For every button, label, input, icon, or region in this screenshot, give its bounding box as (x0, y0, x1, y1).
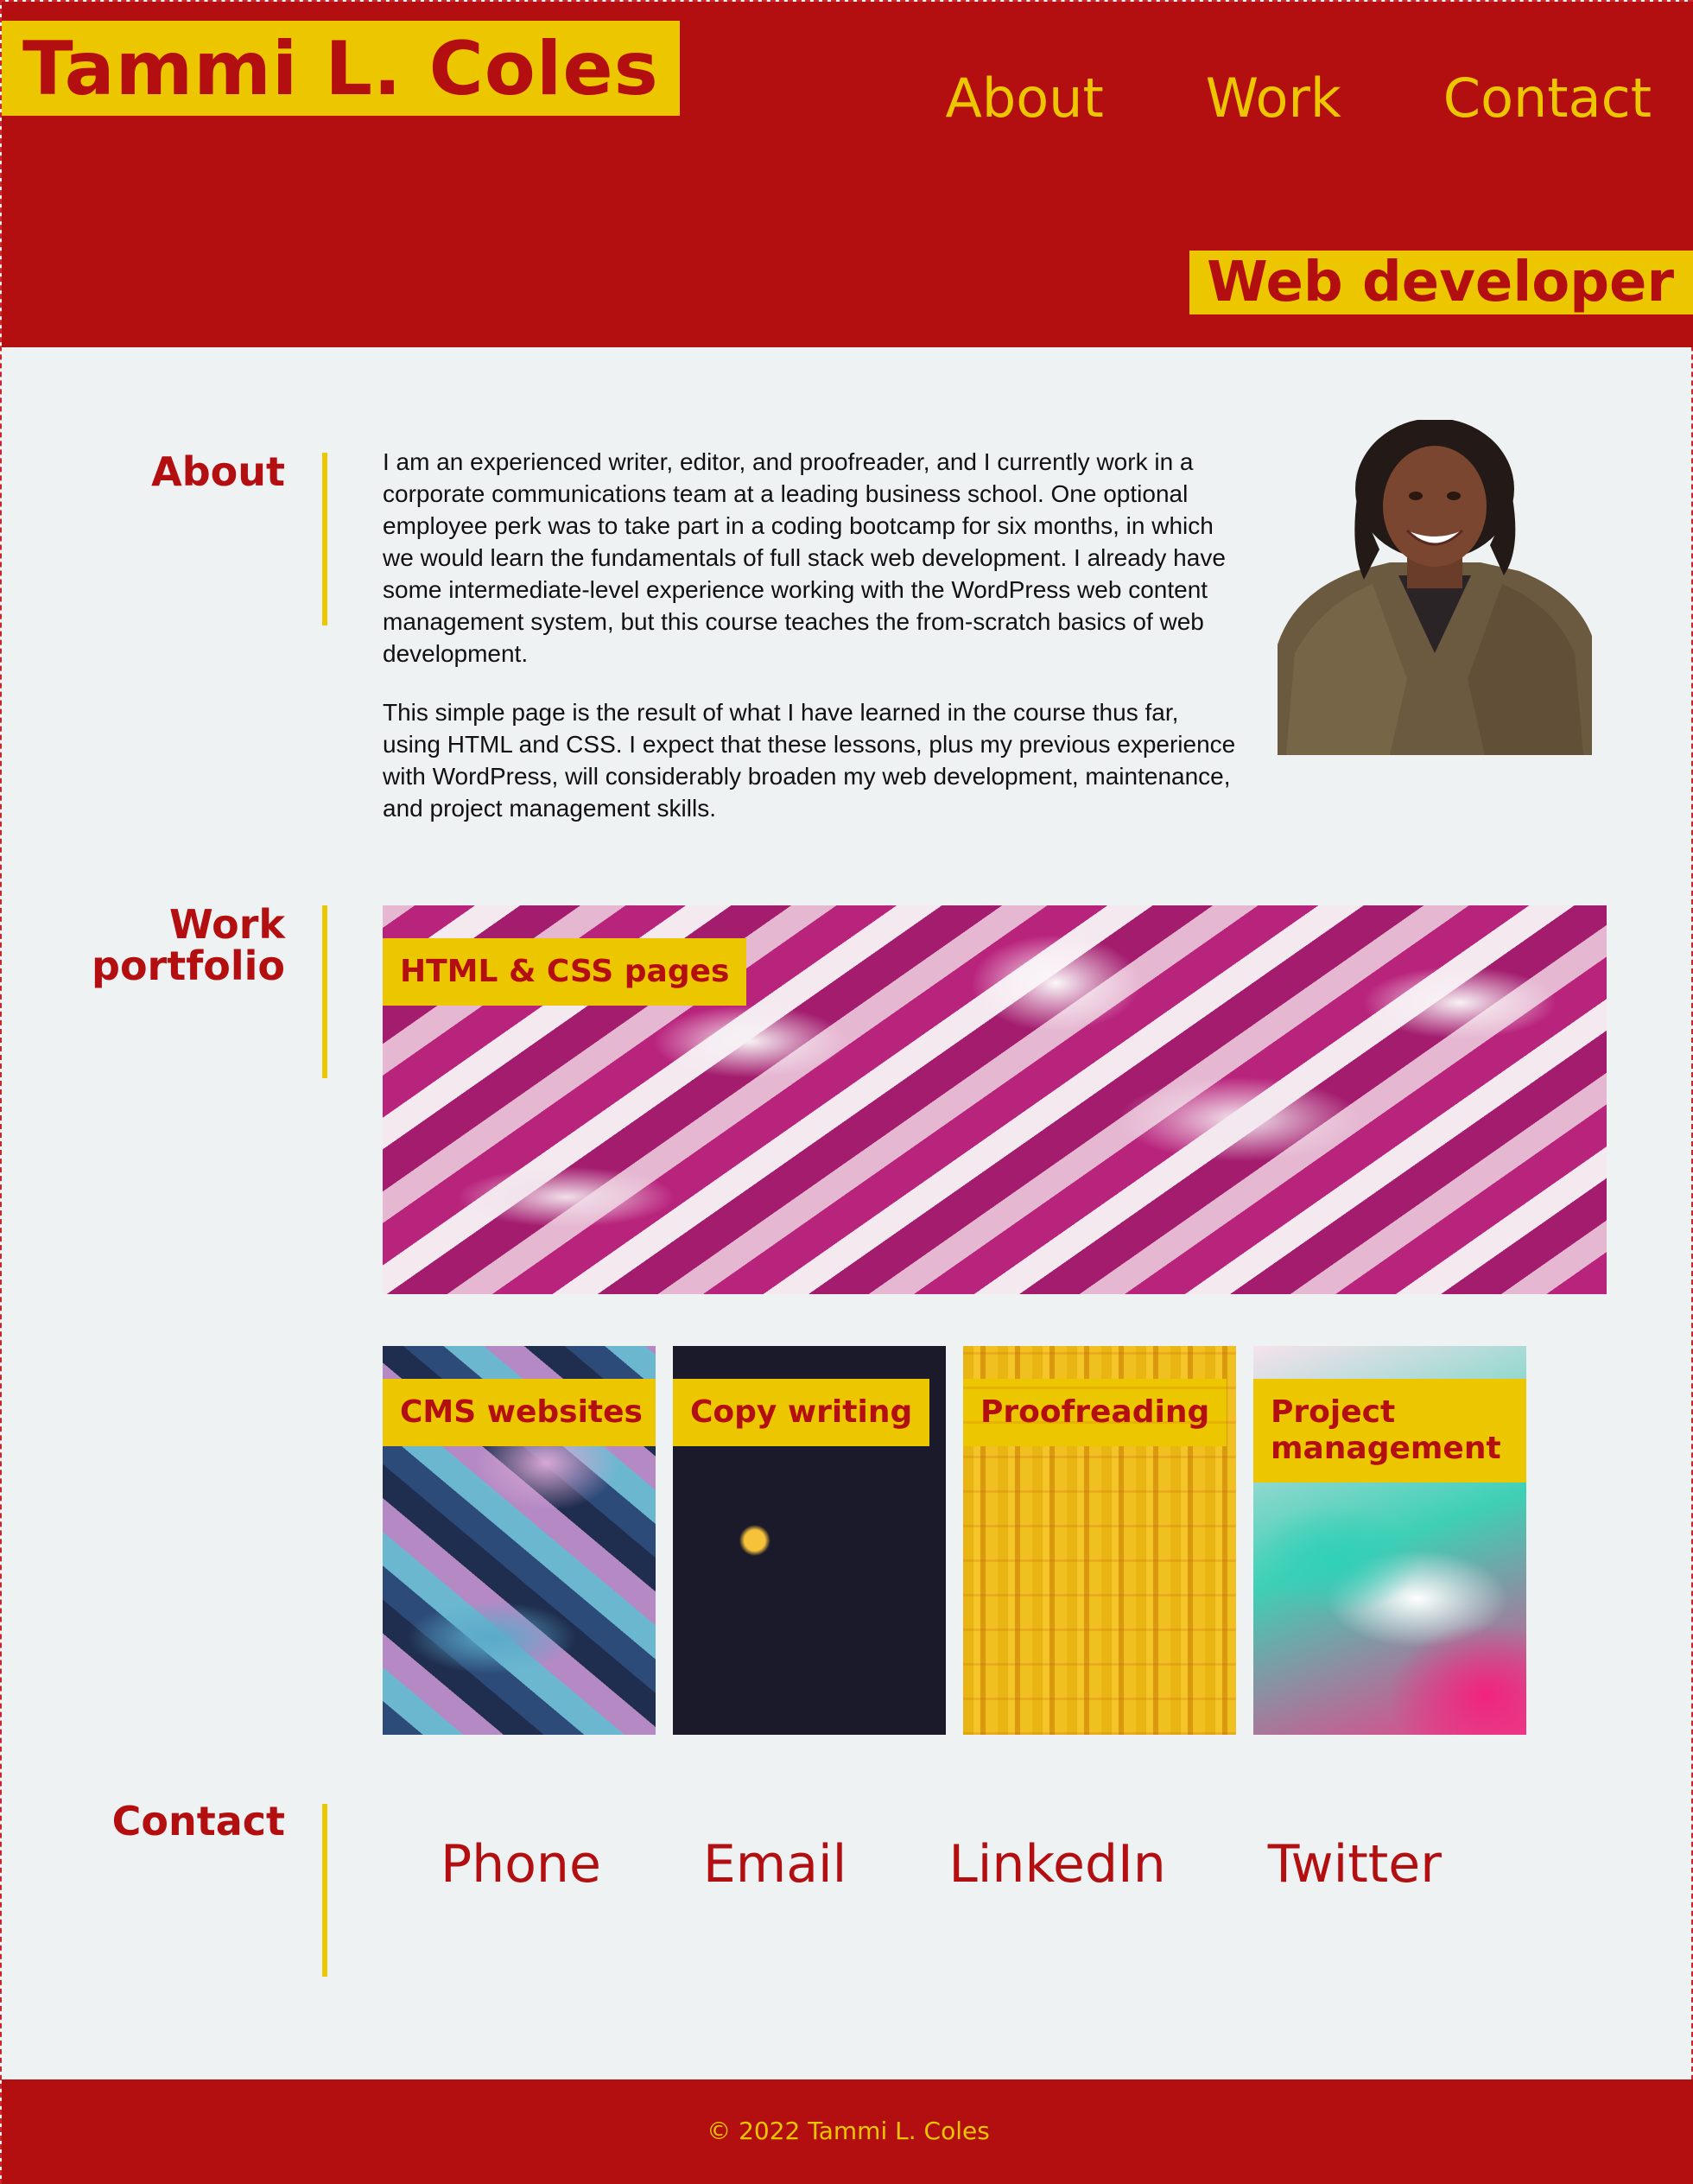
contact-link-twitter[interactable]: Twitter (1268, 1833, 1442, 1895)
work-heading: Work portfolio (92, 904, 285, 987)
site-title: Tammi L. Coles (2, 21, 680, 116)
portfolio-tile-label: CMS websites (383, 1379, 656, 1446)
portfolio-tile-html-css[interactable]: HTML & CSS pages (383, 905, 1607, 1294)
nav-link-about[interactable]: About (945, 64, 1103, 133)
nav-link-contact[interactable]: Contact (1443, 64, 1652, 133)
profile-photo (1278, 418, 1592, 755)
portfolio-tile-label: Proofreading (963, 1379, 1227, 1446)
portfolio-tile-label: Project management (1253, 1379, 1526, 1482)
work-divider (322, 905, 327, 1078)
profile-photo-image (1278, 418, 1592, 755)
work-heading-line1: Work (169, 901, 285, 948)
about-heading: About (151, 448, 285, 495)
contact-links: Phone Email LinkedIn Twitter (441, 1833, 1442, 1895)
site-subtitle: Web developer (1189, 251, 1693, 314)
contact-heading: Contact (111, 1798, 285, 1844)
work-heading-line2: portfolio (92, 943, 285, 989)
nav-link-work[interactable]: Work (1206, 64, 1341, 133)
contact-link-linkedin[interactable]: LinkedIn (948, 1833, 1165, 1895)
portfolio-tile-proofreading[interactable]: Proofreading (963, 1346, 1236, 1735)
contact-link-phone[interactable]: Phone (441, 1833, 601, 1895)
footer-copyright: © 2022 Tammi L. Coles (707, 2117, 990, 2145)
about-content: I am an experienced writer, editor, and … (383, 418, 1592, 851)
site-footer: © 2022 Tammi L. Coles (2, 2079, 1693, 2184)
about-divider (322, 453, 327, 625)
portfolio-tile-cms[interactable]: CMS websites (383, 1346, 656, 1735)
portfolio-tile-copy-writing[interactable]: Copy writing (673, 1346, 946, 1735)
portfolio-tile-project-management[interactable]: Project management (1253, 1346, 1526, 1735)
contact-link-email[interactable]: Email (703, 1833, 846, 1895)
contact-divider (322, 1804, 327, 1977)
portfolio-tile-label: HTML & CSS pages (383, 938, 747, 1006)
main-nav: About Work Contact (945, 64, 1652, 133)
site-header: Tammi L. Coles About Work Contact Web de… (2, 2, 1693, 347)
portfolio-tile-label: Copy writing (673, 1379, 930, 1446)
